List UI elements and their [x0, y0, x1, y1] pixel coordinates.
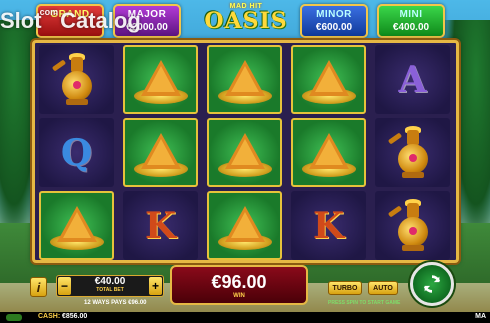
letter-symbol-q: Q: [60, 131, 93, 174]
bet-value: €40.00: [94, 276, 126, 287]
bet-increase-button[interactable]: +: [149, 277, 162, 295]
reel-4: K: [289, 45, 368, 260]
watermark: SlotcomCatalog: [0, 7, 141, 34]
letter-symbol-a: A: [398, 58, 427, 101]
pyramid-symbol: [215, 127, 275, 179]
reel-cell: [207, 45, 282, 114]
letter-symbol-k: K: [144, 204, 177, 247]
reel-frame: Q K K A: [32, 40, 459, 263]
jackpot-mini-value: €400.00: [392, 22, 430, 33]
bet-selector: − €40.00 TOTAL BET +: [56, 275, 164, 297]
watermark-text: Slot: [0, 8, 42, 33]
turbo-button[interactable]: TURBO: [328, 281, 362, 295]
reel-cell: [123, 118, 198, 187]
reel-cell: [123, 45, 198, 114]
jackpot-minor-value: €600.00: [315, 22, 353, 33]
auto-button[interactable]: AUTO: [368, 281, 398, 295]
logo-title: OASIS: [204, 8, 288, 34]
pyramid-symbol: [299, 127, 359, 179]
bet-label: TOTAL BET: [96, 287, 124, 293]
cash-label: CASH:: [38, 313, 61, 320]
win-label: WIN: [233, 293, 245, 299]
reel-cell: Q: [39, 118, 114, 187]
reel-cell: [375, 191, 450, 260]
game-logo: MAD HIT OASIS: [196, 0, 296, 40]
reel-cell: [39, 45, 114, 114]
pyramid-symbol: [131, 127, 191, 179]
pyramid-symbol: [131, 54, 191, 106]
win-value: €96.00: [211, 272, 267, 292]
reel-cell: [207, 191, 282, 260]
reel-cell: K: [291, 191, 366, 260]
pyramid-symbol: [47, 200, 107, 252]
jackpot-minor-name: MINOR: [316, 9, 352, 20]
jackpot-mini-name: MINI: [399, 9, 423, 20]
watermark-suffix: com: [39, 7, 59, 17]
status-bar: CASH: €856.00 MA: [0, 312, 490, 323]
bet-decrease-button[interactable]: −: [58, 277, 71, 295]
jug-symbol: [387, 197, 436, 255]
reel-cell: [291, 45, 366, 114]
jug-symbol: [387, 124, 436, 182]
reel-cell: [39, 191, 114, 260]
ways-pays-text: 12 WAYS PAYS €96.00: [84, 300, 147, 306]
refresh-icon: [423, 275, 441, 293]
spin-button[interactable]: [410, 262, 454, 306]
reel-cell: [207, 118, 282, 187]
press-spin-hint: PRESS SPIN TO START GAME: [328, 300, 401, 306]
letter-symbol-k: K: [312, 204, 345, 247]
pyramid-symbol: [215, 54, 275, 106]
jackpot-minor: MINOR €600.00: [300, 4, 368, 38]
menu-icon[interactable]: [6, 314, 22, 321]
reel-cell: [291, 118, 366, 187]
reel-cell: A: [375, 45, 450, 114]
reel-1: Q: [37, 45, 116, 260]
pyramid-symbol: [215, 200, 275, 252]
pyramid-symbol: [299, 54, 359, 106]
win-display: €96.00 WIN: [170, 265, 308, 305]
jug-symbol: [51, 51, 100, 109]
cash-value: €856.00: [62, 313, 88, 320]
menu-label: MA: [475, 313, 486, 320]
reel-cell: [375, 118, 450, 187]
reel-2: K: [121, 45, 200, 260]
reel-3: [205, 45, 284, 260]
reel-5: A: [373, 45, 452, 260]
watermark-text2: Catalog: [60, 8, 141, 33]
jackpot-mini: MINI €400.00: [377, 4, 445, 38]
info-button[interactable]: i: [30, 277, 47, 297]
reel-cell: K: [123, 191, 198, 260]
